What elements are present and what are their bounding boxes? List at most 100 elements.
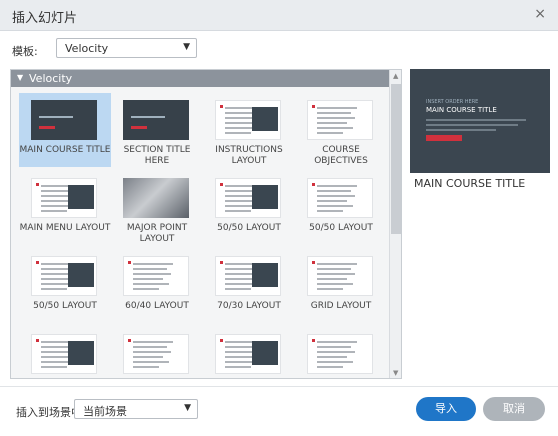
preview-slide-title: MAIN COURSE TITLE xyxy=(426,106,497,114)
scroll-down-icon[interactable]: ▼ xyxy=(393,369,398,377)
thumb-text-line xyxy=(41,366,67,368)
thumb-text-line xyxy=(225,200,255,202)
thumb-text-line xyxy=(133,356,163,358)
layout-thumbnail xyxy=(31,100,97,140)
layout-thumbnail xyxy=(215,334,281,374)
thumb-text-line xyxy=(133,341,173,343)
layout-thumbnail xyxy=(215,256,281,296)
layout-tile[interactable]: 50/50 LAYOUT xyxy=(19,249,111,323)
layout-panel: ▼ Velocity MAIN COURSE TITLE SECTION TITL… xyxy=(10,69,402,379)
preview-text-line xyxy=(426,124,518,126)
close-icon[interactable]: × xyxy=(534,6,546,22)
thumb-accent xyxy=(220,183,223,186)
thumb-text-line xyxy=(133,283,169,285)
thumb-accent xyxy=(128,261,131,264)
layout-tile[interactable]: INSTRUCTIONS LAYOUT xyxy=(203,93,295,167)
thumb-text-line xyxy=(317,273,355,275)
layout-tile[interactable]: SECTION TITLE HERE xyxy=(111,93,203,167)
thumb-accent xyxy=(39,126,55,129)
thumb-text-line xyxy=(317,112,351,114)
layout-thumbnail xyxy=(307,178,373,218)
layout-tile[interactable]: MAIN MENU LAYOUT xyxy=(19,171,111,245)
thumb-text-line xyxy=(225,210,251,212)
thumb-text-line xyxy=(133,288,159,290)
layout-caption: MAIN COURSE TITLE xyxy=(19,145,111,155)
layout-tile[interactable]: COURSE OBJECTIVES xyxy=(295,93,387,167)
thumb-text-line xyxy=(317,205,353,207)
layout-tile[interactable]: MAJOR POINT LAYOUT xyxy=(111,171,203,245)
thumb-text-line xyxy=(317,268,351,270)
layout-thumbnail xyxy=(307,334,373,374)
vertical-scrollbar[interactable]: ▲ ▼ xyxy=(389,70,401,378)
thumb-text-line xyxy=(39,116,73,118)
thumb-text-line xyxy=(317,190,351,192)
thumb-accent xyxy=(36,261,39,264)
dialog-title: 插入幻灯片 xyxy=(12,11,78,26)
preview-text-line xyxy=(426,119,526,121)
layout-caption: MAIN MENU LAYOUT xyxy=(19,223,111,233)
thumb-text-line xyxy=(133,273,171,275)
layout-tile[interactable]: GRID LAYOUT xyxy=(295,249,387,323)
import-button[interactable]: 导入 xyxy=(416,397,476,421)
insert-scene-select[interactable]: 当前场景 ▼ xyxy=(74,399,198,419)
thumb-text-line xyxy=(225,132,251,134)
layout-thumbnail xyxy=(215,100,281,140)
thumb-text-line xyxy=(225,122,255,124)
layout-tile[interactable] xyxy=(203,327,295,378)
thumb-text-line xyxy=(317,356,347,358)
layout-tile[interactable] xyxy=(295,327,387,378)
thumb-image-block xyxy=(252,107,278,131)
thumb-text-line xyxy=(41,356,71,358)
thumb-text-line xyxy=(41,288,67,290)
layout-tile[interactable] xyxy=(19,327,111,378)
thumb-text-line xyxy=(317,107,357,109)
group-header[interactable]: ▼ Velocity xyxy=(11,70,389,87)
layout-tile[interactable] xyxy=(111,327,203,378)
thumb-text-line xyxy=(225,366,251,368)
thumb-text-line xyxy=(317,283,353,285)
slide-preview: INSERT ORDER HERE MAIN COURSE TITLE xyxy=(410,69,550,173)
thumb-text-line xyxy=(133,263,173,265)
thumb-text-line xyxy=(133,268,167,270)
thumb-text-line xyxy=(133,366,159,368)
thumb-text-line xyxy=(317,278,347,280)
cancel-button[interactable]: 取消 xyxy=(483,397,545,421)
thumb-text-line xyxy=(133,361,169,363)
preview-caption: MAIN COURSE TITLE xyxy=(414,177,526,190)
thumb-accent xyxy=(220,261,223,264)
preview-small-text: INSERT ORDER HERE xyxy=(426,99,479,105)
thumb-accent xyxy=(312,183,315,186)
thumb-text-line xyxy=(41,200,71,202)
template-select[interactable]: Velocity ▼ xyxy=(56,38,197,58)
thumb-image-block xyxy=(68,185,94,209)
layout-thumbnail xyxy=(31,334,97,374)
collapse-triangle-icon[interactable]: ▼ xyxy=(17,73,23,82)
thumb-text-line xyxy=(317,200,347,202)
thumb-text-line xyxy=(317,346,351,348)
layout-tile[interactable]: 50/50 LAYOUT xyxy=(203,171,295,245)
thumb-text-line xyxy=(317,132,343,134)
layout-caption: 60/40 LAYOUT xyxy=(125,301,189,311)
thumb-text-line xyxy=(317,210,343,212)
thumb-text-line xyxy=(317,366,343,368)
thumb-text-line xyxy=(317,351,355,353)
layout-tile[interactable]: 70/30 LAYOUT xyxy=(203,249,295,323)
thumb-accent xyxy=(128,339,131,342)
thumb-accent xyxy=(36,339,39,342)
thumb-text-line xyxy=(317,288,343,290)
thumb-image-block xyxy=(252,185,278,209)
layout-thumbnail xyxy=(123,256,189,296)
dialog-titlebar: 插入幻灯片 × xyxy=(0,0,558,31)
scroll-up-icon[interactable]: ▲ xyxy=(393,72,398,80)
layout-thumbnail xyxy=(31,178,97,218)
layout-grid: MAIN COURSE TITLE SECTION TITLE HERE INSTR… xyxy=(11,87,389,378)
layout-tile[interactable]: 60/40 LAYOUT xyxy=(111,249,203,323)
layout-tile[interactable]: 50/50 LAYOUT xyxy=(295,171,387,245)
insert-scene-value: 当前场景 xyxy=(83,405,127,418)
thumb-text-line xyxy=(225,278,255,280)
layout-tile[interactable]: MAIN COURSE TITLE xyxy=(19,93,111,167)
template-label: 模板: xyxy=(12,45,38,58)
thumb-text-line xyxy=(317,361,353,363)
scrollbar-thumb[interactable] xyxy=(391,84,401,234)
chevron-down-icon: ▼ xyxy=(184,403,191,413)
